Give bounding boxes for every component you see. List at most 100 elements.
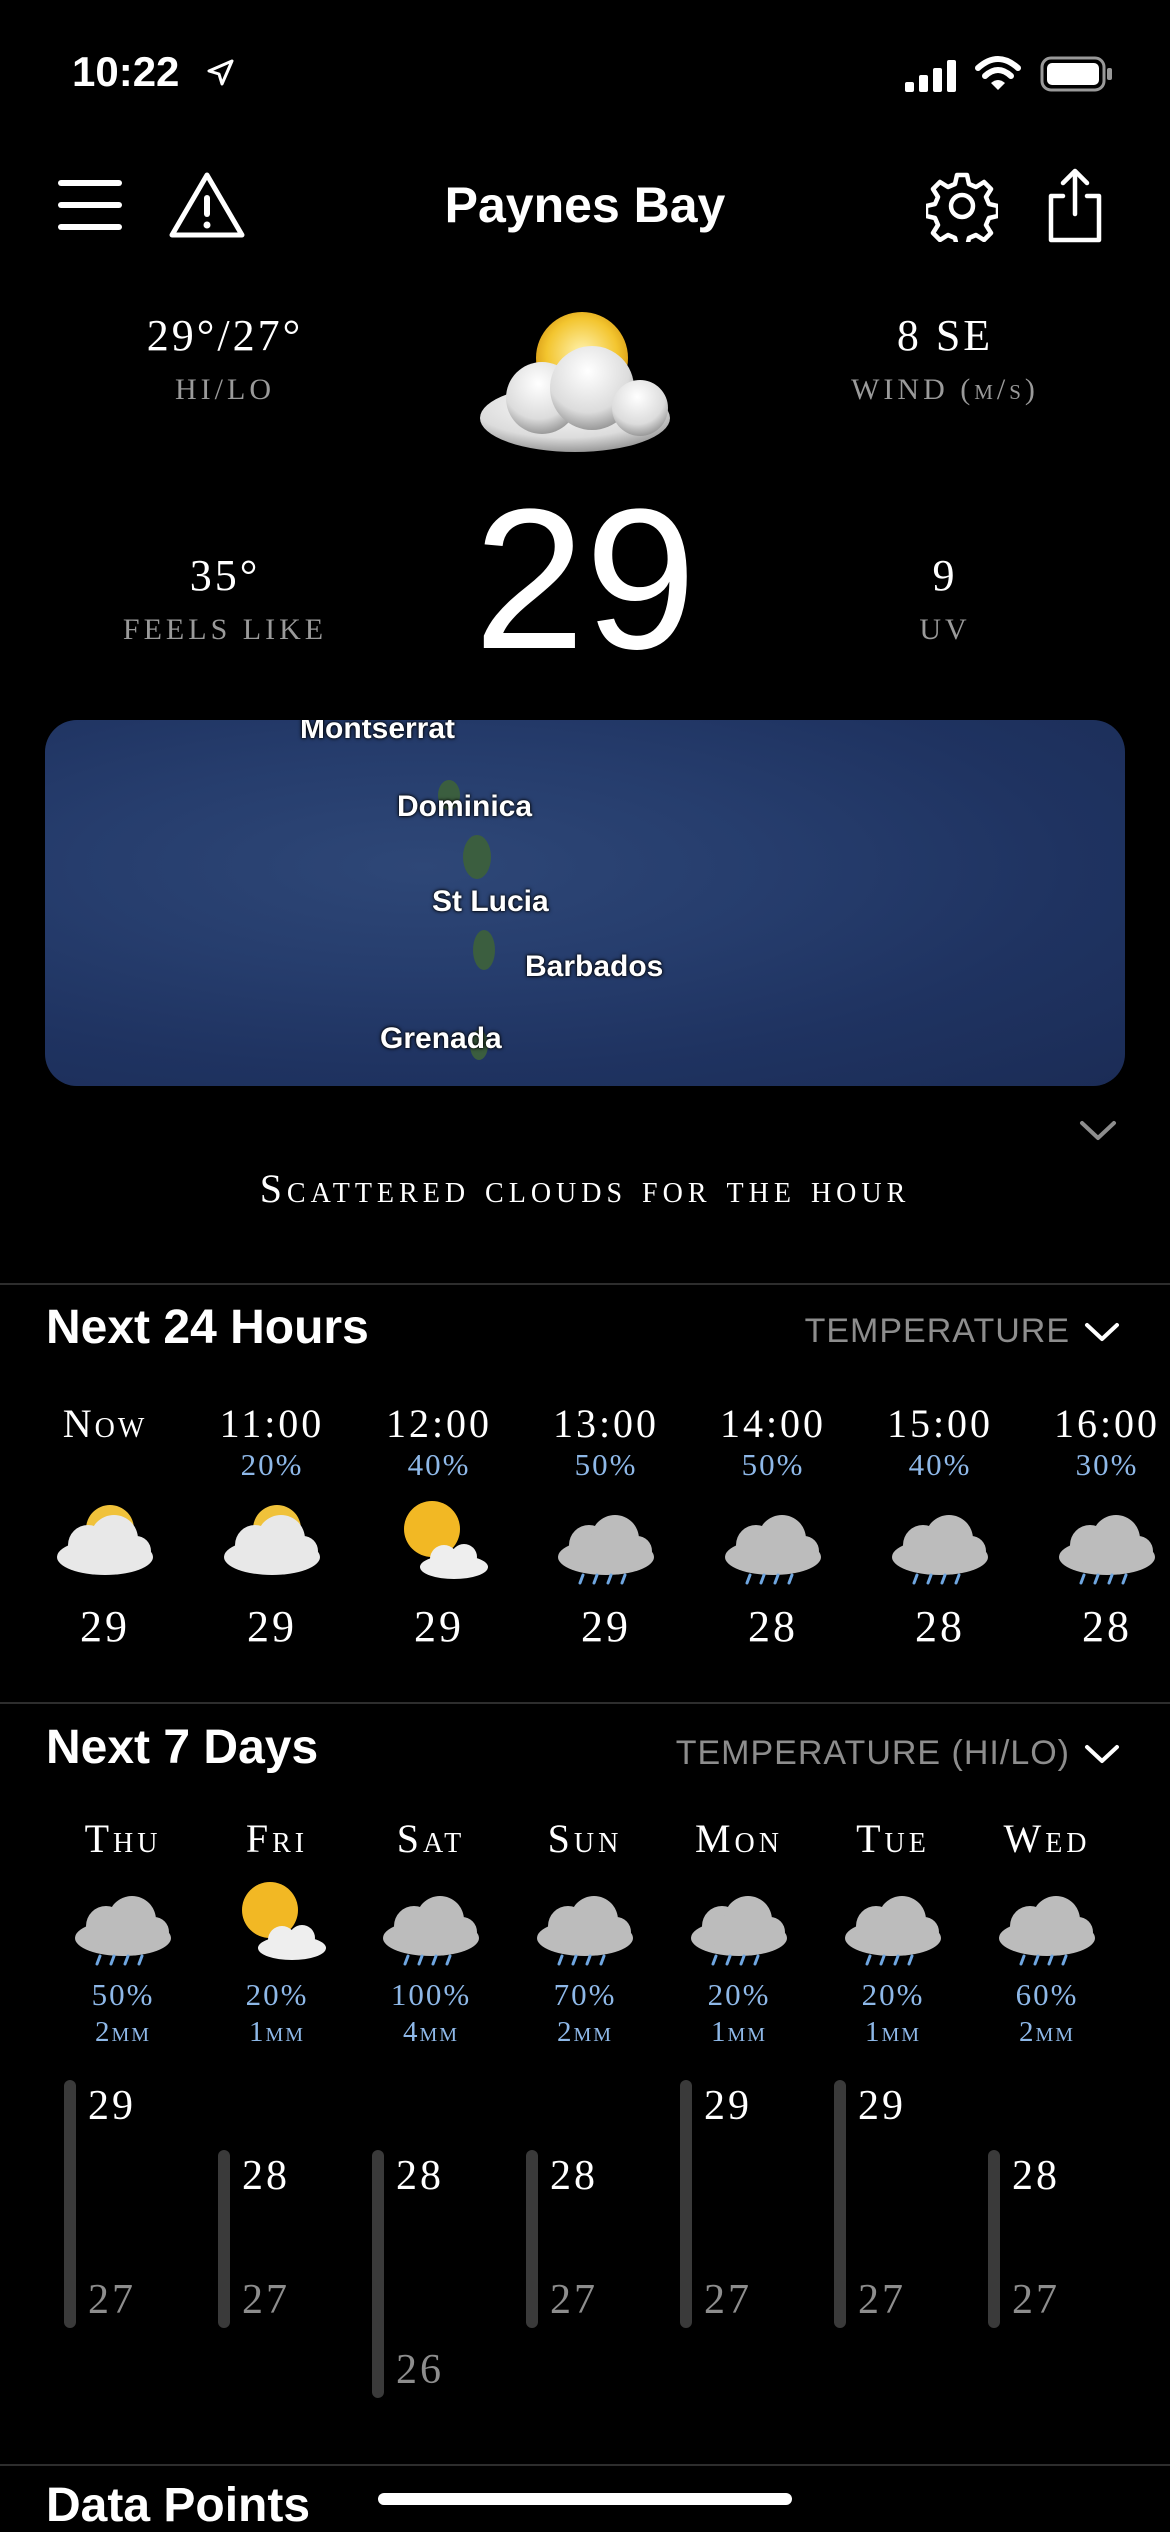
rain-icon — [999, 1896, 1095, 1966]
hour-precip-chance: 40% — [908, 1447, 972, 1482]
rain-icon — [75, 1896, 171, 1966]
day-icon-wrap — [46, 1866, 200, 1976]
day-high-temp: 29 — [858, 2083, 906, 2129]
hour-column: 14:00 50% 28 — [688, 1400, 858, 1652]
chevron-down-icon — [1085, 1744, 1119, 1763]
status-time: 10:22 — [72, 48, 180, 95]
hourly-metric-label: TEMPERATURE — [804, 1312, 1070, 1350]
day-precip-chance: 100% — [390, 1977, 472, 2012]
day-precip-chance: 50% — [91, 1977, 155, 2012]
temperature-range-bar — [372, 2150, 384, 2398]
weather-map[interactable]: Montserrat Dominica St Lucia Barbados Gr… — [45, 720, 1125, 1086]
map-label-grenada: Grenada — [380, 1022, 502, 1055]
temperature-range-bar — [680, 2080, 692, 2328]
hour-column: 15:00 40% 28 — [855, 1400, 1025, 1652]
day-low-temp: 27 — [550, 2277, 598, 2323]
hour-temp: 29 — [581, 1602, 631, 1651]
hour-icon-wrap — [354, 1485, 524, 1595]
day-column: Thu 50% 2mm — [46, 1815, 200, 2050]
temperature-range-bar — [526, 2150, 538, 2328]
hilo-label: HI/LO — [175, 373, 275, 406]
day-icon-wrap — [970, 1866, 1124, 1976]
day-icon-wrap — [816, 1866, 970, 1976]
uv-stat: 9 UV — [765, 550, 1125, 647]
hourly-forecast[interactable]: Now 29 11:00 20% 29 12:00 40% 29 13:00 50% 29 14:00… — [20, 1400, 1170, 1660]
day-high-temp: 28 — [550, 2153, 598, 2199]
day-precip-amount: 2mm — [556, 2016, 614, 2048]
day-column: Tue 20% 1mm — [816, 1815, 970, 2050]
hour-precip-chance: 50% — [574, 1447, 638, 1482]
hour-column: 12:00 40% 29 — [354, 1400, 524, 1652]
day-low-temp: 27 — [858, 2277, 906, 2323]
rain-icon — [845, 1896, 941, 1966]
hour-column: 11:00 20% 29 — [187, 1400, 357, 1652]
partly-cloudy-icon — [224, 1505, 320, 1575]
rain-icon — [691, 1896, 787, 1966]
daily-metric-selector[interactable]: TEMPERATURE (HI/LO) — [676, 1734, 1120, 1773]
cellular-signal-icon — [905, 60, 956, 92]
map-label-montserrat: Montserrat — [300, 720, 456, 745]
day-column: Sun 70% 2mm — [508, 1815, 662, 2050]
hour-icon-wrap — [187, 1485, 357, 1595]
day-high-temp: 28 — [1012, 2153, 1060, 2199]
day-low-temp: 27 — [242, 2277, 290, 2323]
hourly-metric-selector[interactable]: TEMPERATURE — [805, 1312, 1120, 1351]
day-precip-chance: 20% — [245, 1977, 309, 2012]
weather-summary: Scattered clouds for the hour — [259, 1166, 911, 1211]
hour-column: 13:00 50% 29 — [521, 1400, 691, 1652]
rain-icon — [558, 1515, 654, 1585]
chevron-down-icon — [1085, 1322, 1119, 1341]
day-precip-amount: 1mm — [248, 2016, 306, 2048]
temperature-range-bar — [218, 2150, 230, 2328]
hour-time: Now — [62, 1401, 148, 1446]
day-column: Fri 20% 1mm — [200, 1815, 354, 2050]
hour-icon-wrap — [521, 1485, 691, 1595]
rain-icon — [537, 1896, 633, 1966]
feels-like-value: 35° — [189, 551, 261, 600]
day-name: Sat — [396, 1816, 466, 1861]
sun-cloud-icon — [404, 1501, 488, 1579]
uv-label: UV — [919, 613, 971, 646]
temperature-range-bar — [64, 2080, 76, 2328]
day-precip-amount: 2mm — [1018, 2016, 1076, 2048]
feels-like-stat: 35° FEELS LIKE — [45, 550, 405, 647]
day-column: Mon 20% 1mm — [662, 1815, 816, 2050]
day-precip-amount: 1mm — [710, 2016, 768, 2048]
map-label-st-lucia: St Lucia — [432, 885, 549, 918]
day-high-temp: 28 — [396, 2153, 444, 2199]
day-precip-chance: 20% — [707, 1977, 771, 2012]
chevron-down-icon[interactable] — [1078, 1118, 1118, 1144]
day-high-temp: 29 — [88, 2083, 136, 2129]
hour-temp: 28 — [915, 1602, 965, 1651]
hour-time: 12:00 — [385, 1401, 493, 1446]
temperature-range-bar — [988, 2150, 1000, 2328]
hour-time: 14:00 — [719, 1401, 827, 1446]
hilo-stat: 29°/27° HI/LO — [45, 310, 405, 407]
sun-cloud-icon — [242, 1882, 326, 1960]
hour-column: 16:00 30% 28 — [1022, 1400, 1170, 1652]
partly-cloudy-icon — [480, 312, 670, 452]
gear-icon[interactable] — [926, 170, 998, 242]
map-island — [463, 835, 491, 879]
hourly-title: Next 24 Hours — [46, 1301, 369, 1354]
day-name: Fri — [245, 1816, 309, 1861]
rain-icon — [892, 1515, 988, 1585]
day-name: Sun — [547, 1816, 623, 1861]
day-precip-chance: 20% — [861, 1977, 925, 2012]
daily-title: Next 7 Days — [46, 1721, 319, 1774]
hilo-value: 29°/27° — [146, 311, 304, 360]
day-precip-amount: 1mm — [864, 2016, 922, 2048]
day-low-temp: 26 — [396, 2347, 444, 2393]
hour-column: Now 29 — [20, 1400, 190, 1652]
rain-icon — [1059, 1515, 1155, 1585]
day-precip-chance: 70% — [553, 1977, 617, 2012]
wind-stat: 8 SE WIND (m/s) — [765, 310, 1125, 407]
day-high-temp: 28 — [242, 2153, 290, 2199]
day-column: Sat 100% 4mm — [354, 1815, 508, 2050]
share-icon[interactable] — [1045, 168, 1105, 244]
home-indicator — [378, 2493, 792, 2505]
day-name: Mon — [694, 1816, 783, 1861]
temperature-range-bar — [834, 2080, 846, 2328]
hour-precip-chance — [20, 1447, 190, 1485]
location-arrow-icon — [207, 59, 234, 86]
